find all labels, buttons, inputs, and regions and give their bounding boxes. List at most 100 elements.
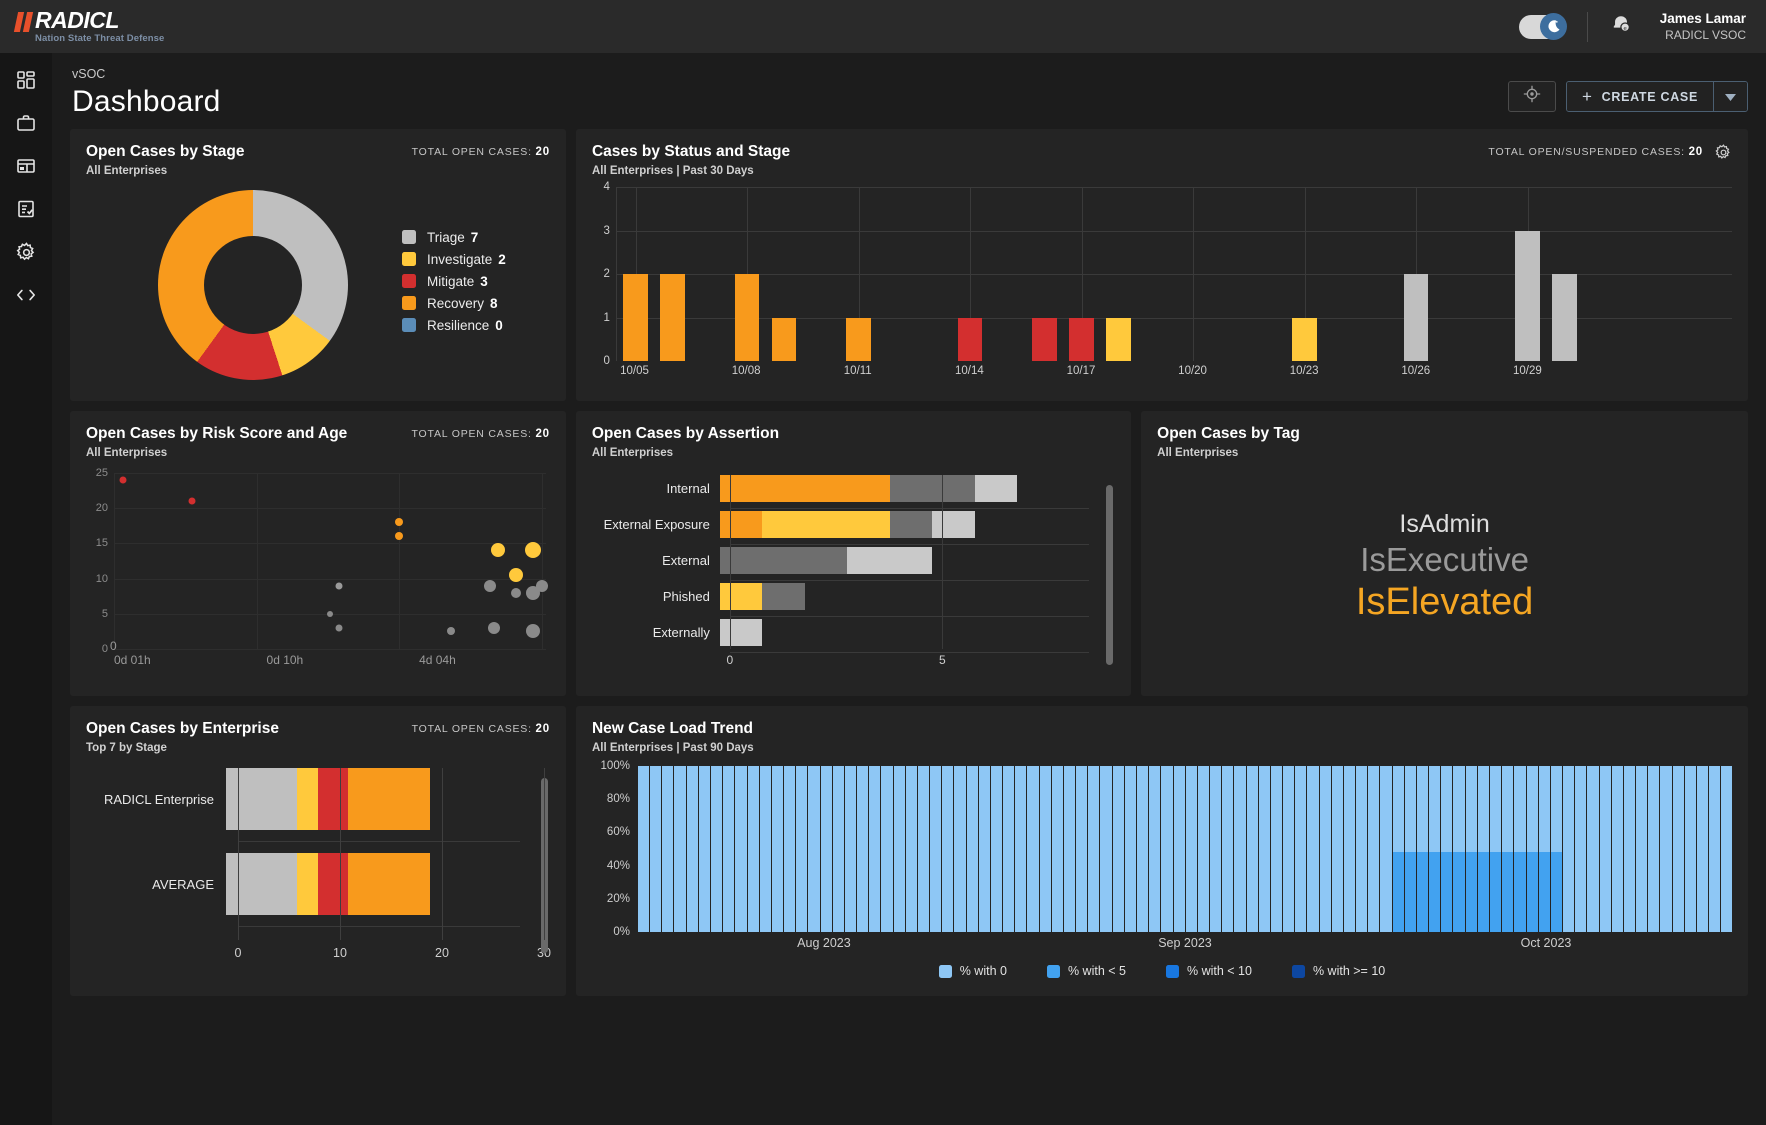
scatter-point[interactable]	[509, 568, 523, 582]
trend-bar[interactable]	[760, 766, 771, 932]
scatter-point[interactable]	[484, 580, 496, 592]
trend-bar[interactable]	[930, 766, 941, 932]
sidebar-item-reports[interactable]	[9, 196, 43, 222]
bar[interactable]	[772, 318, 797, 362]
trend-bar[interactable]	[1587, 766, 1598, 932]
scatter-point[interactable]	[119, 477, 126, 484]
bar-segment[interactable]	[720, 511, 763, 538]
legend-item-triage[interactable]: Triage 7	[402, 230, 506, 245]
legend-item-resilience[interactable]: Resilience 0	[402, 318, 506, 333]
bar-segment[interactable]	[348, 768, 430, 830]
assertion-bar[interactable]	[720, 583, 805, 610]
trend-bar[interactable]	[674, 766, 685, 932]
scatter-point[interactable]	[526, 624, 540, 638]
bar[interactable]	[1106, 318, 1131, 362]
trend-bar[interactable]	[1295, 766, 1306, 932]
bar-segment[interactable]	[318, 853, 349, 915]
trend-bar[interactable]	[1234, 766, 1245, 932]
trend-bar[interactable]	[1685, 766, 1696, 932]
assertion-bar[interactable]	[720, 475, 1018, 502]
trend-bar[interactable]	[1052, 766, 1063, 932]
bar-segment[interactable]	[226, 768, 297, 830]
trend-bar[interactable]	[1027, 766, 1038, 932]
donut-chart[interactable]	[158, 190, 348, 380]
bar-segment[interactable]	[348, 853, 430, 915]
legend-item-recovery[interactable]: Recovery 8	[402, 296, 506, 311]
trend-bar[interactable]	[1429, 766, 1440, 932]
bar-segment[interactable]	[720, 583, 763, 610]
sidebar-item-settings[interactable]	[9, 239, 43, 265]
trend-bar[interactable]	[1514, 766, 1525, 932]
trend-bar[interactable]	[711, 766, 722, 932]
bar-segment[interactable]	[762, 511, 890, 538]
bar[interactable]	[958, 318, 983, 362]
legend-item[interactable]: % with < 5	[1047, 964, 1126, 978]
bar[interactable]	[1515, 231, 1540, 362]
scatter-point[interactable]	[447, 627, 455, 635]
trend-bar[interactable]	[1624, 766, 1635, 932]
trend-bar[interactable]	[1368, 766, 1379, 932]
enterprise-chart[interactable]: RADICL Enterprise AVERAGE 0102030	[86, 768, 550, 968]
trend-bar[interactable]	[1600, 766, 1611, 932]
trend-bar[interactable]	[954, 766, 965, 932]
dark-mode-toggle[interactable]	[1519, 15, 1565, 39]
trend-bar[interactable]	[1064, 766, 1075, 932]
scatter-point[interactable]	[525, 542, 541, 558]
panel-settings-button[interactable]	[1715, 143, 1732, 166]
trend-bar[interactable]	[1149, 766, 1160, 932]
trend-bar[interactable]	[1721, 766, 1732, 932]
case-load-trend-chart[interactable]: 0%20%40%60%80%100% Aug 2023Sep 2023Oct 2…	[592, 766, 1732, 958]
trend-bar[interactable]	[1076, 766, 1087, 932]
trend-bar[interactable]	[869, 766, 880, 932]
bar[interactable]	[623, 274, 648, 361]
trend-bar[interactable]	[662, 766, 673, 932]
create-case-button[interactable]: + CREATE CASE	[1567, 82, 1713, 111]
trend-bar[interactable]	[821, 766, 832, 932]
scatter-point[interactable]	[327, 611, 333, 617]
assertion-bar[interactable]	[720, 547, 933, 574]
bar-segment[interactable]	[932, 511, 975, 538]
trend-bar[interactable]	[723, 766, 734, 932]
bar[interactable]	[1292, 318, 1317, 362]
trend-bar[interactable]	[1283, 766, 1294, 932]
trend-bar[interactable]	[1612, 766, 1623, 932]
bar[interactable]	[846, 318, 871, 362]
trend-bar[interactable]	[1344, 766, 1355, 932]
bar-segment[interactable]	[890, 511, 933, 538]
bar-segment[interactable]	[297, 768, 317, 830]
scatter-point[interactable]	[188, 498, 195, 505]
trend-bar[interactable]	[1502, 766, 1513, 932]
trend-bar[interactable]	[991, 766, 1002, 932]
trend-bar[interactable]	[699, 766, 710, 932]
trend-bar[interactable]	[979, 766, 990, 932]
trend-bar[interactable]	[1222, 766, 1233, 932]
scatter-point[interactable]	[491, 543, 505, 557]
scatter-point[interactable]	[395, 532, 403, 540]
trend-bar[interactable]	[1490, 766, 1501, 932]
risk-age-scatter-chart[interactable]: 0510152025 00d 01h0d 10h4d 04h	[86, 473, 550, 673]
user-menu[interactable]: James Lamar RADICL VSOC	[1660, 11, 1746, 42]
scatter-point[interactable]	[395, 518, 403, 526]
brand-logo[interactable]: RADICL Nation State Threat Defense	[16, 9, 164, 44]
trend-bar[interactable]	[1161, 766, 1172, 932]
tag-item[interactable]: IsElevated	[1356, 581, 1533, 624]
trend-bar[interactable]	[857, 766, 868, 932]
trend-bar[interactable]	[1709, 766, 1720, 932]
trend-bar[interactable]	[1648, 766, 1659, 932]
trend-bar[interactable]	[1259, 766, 1270, 932]
trend-bar[interactable]	[1563, 766, 1574, 932]
bar[interactable]	[1032, 318, 1057, 362]
scatter-point[interactable]	[526, 586, 540, 600]
sidebar-item-cases[interactable]	[9, 110, 43, 136]
bar[interactable]	[660, 274, 685, 361]
bar-segment[interactable]	[762, 583, 805, 610]
trend-bar[interactable]	[808, 766, 819, 932]
locate-button[interactable]	[1508, 81, 1556, 112]
trend-bar[interactable]	[1673, 766, 1684, 932]
bar-segment[interactable]	[847, 547, 932, 574]
bar-segment[interactable]	[890, 475, 975, 502]
scatter-point[interactable]	[335, 624, 342, 631]
trend-bar[interactable]	[638, 766, 649, 932]
trend-bar[interactable]	[1040, 766, 1051, 932]
bar-segment[interactable]	[720, 547, 848, 574]
